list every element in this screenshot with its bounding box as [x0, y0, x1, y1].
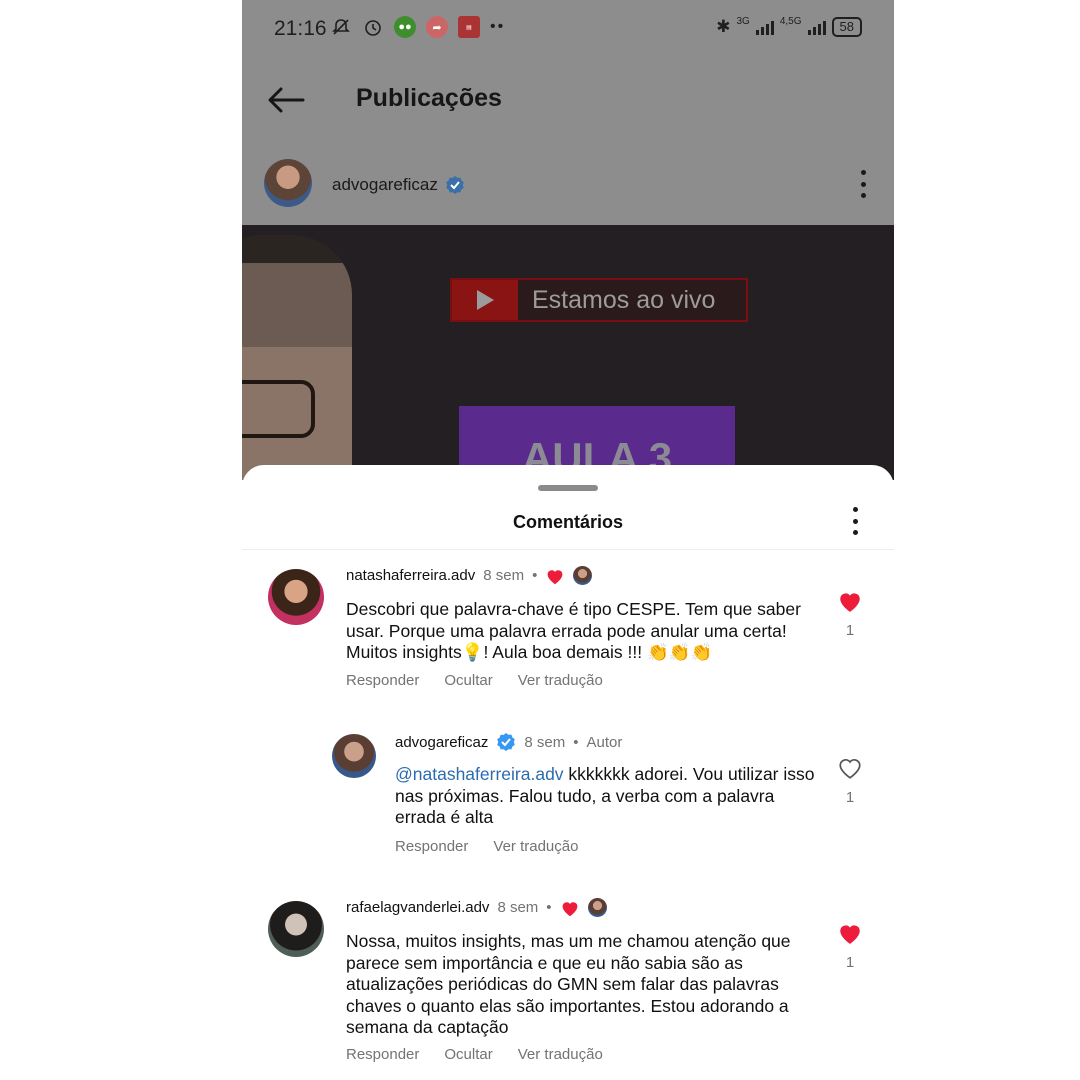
- comment-meta: natashaferreira.adv 8 sem •: [346, 566, 593, 585]
- reply-button[interactable]: Responder: [346, 1046, 419, 1063]
- comment-avatar[interactable]: [268, 901, 324, 957]
- comment-time: 8 sem: [497, 899, 539, 916]
- comment-text: Nossa, muitos insights, mas um me chamou…: [346, 931, 791, 1037]
- sheet-drag-handle[interactable]: [538, 485, 598, 491]
- arrow-left-icon: [268, 87, 305, 113]
- like-count: 1: [845, 954, 855, 971]
- mute-icon: [330, 16, 352, 38]
- comment-time: 8 sem: [483, 567, 525, 584]
- duolingo-icon: ●●: [394, 16, 416, 38]
- hide-button[interactable]: Ocultar: [444, 1046, 492, 1063]
- verified-badge-icon: [446, 176, 464, 194]
- sheet-options-button[interactable]: [850, 507, 860, 535]
- like-count: 1: [845, 789, 855, 806]
- comment-avatar[interactable]: [268, 569, 324, 625]
- battery-indicator: 58: [831, 17, 862, 37]
- heart-outline-icon[interactable]: [837, 756, 863, 780]
- comment-actions: Responder Ocultar Ver tradução: [346, 1046, 603, 1063]
- app-header: Publicações: [242, 60, 894, 140]
- author-liked-heart-icon: [562, 901, 577, 916]
- see-translation-button[interactable]: Ver tradução: [493, 838, 578, 855]
- post-author-avatar[interactable]: [264, 159, 312, 207]
- see-translation-button[interactable]: Ver tradução: [518, 1046, 603, 1063]
- signal-bars-2-icon: [807, 19, 826, 35]
- sheet-divider: [242, 549, 894, 550]
- heart-filled-icon[interactable]: [837, 589, 863, 613]
- comment-username[interactable]: rafaelagvanderlei.adv: [346, 899, 489, 916]
- post-author[interactable]: advogareficaz: [332, 175, 465, 195]
- hide-button[interactable]: Ocultar: [444, 672, 492, 689]
- comment-avatar[interactable]: [332, 734, 376, 778]
- post-author-username: advogareficaz: [332, 175, 438, 194]
- status-bar: 21:16 ●● ➦ ▤ •• ✱ 3G 4,5G 58: [242, 0, 894, 60]
- comment-meta: advogareficaz 8 sem • Autor: [395, 732, 622, 752]
- alarm-icon: [362, 16, 384, 38]
- bible-app-icon: ▤: [458, 16, 480, 38]
- comment-username[interactable]: advogareficaz: [395, 734, 488, 751]
- status-notification-icons: ●● ➦ ▤ ••: [330, 16, 505, 38]
- share-app-icon: ➦: [426, 16, 448, 38]
- more-notifications-icon: ••: [490, 18, 506, 35]
- play-icon: [452, 280, 518, 320]
- page-title: Publicações: [356, 84, 502, 112]
- reply-button[interactable]: Responder: [395, 838, 468, 855]
- back-button[interactable]: [266, 84, 306, 116]
- mention-link[interactable]: @natashaferreira.adv: [395, 764, 564, 784]
- comment-text: @natashaferreira.adv kkkkkkk adorei. Vou…: [395, 764, 815, 829]
- comment-actions: Responder Ver tradução: [395, 838, 578, 855]
- live-badge: Estamos ao vivo: [450, 278, 748, 322]
- heart-filled-icon[interactable]: [837, 921, 863, 945]
- status-right: ✱ 3G 4,5G 58: [716, 15, 862, 37]
- author-mini-avatar: [587, 898, 607, 917]
- author-label: Autor: [586, 733, 623, 751]
- network-label-2: 4,5G: [779, 15, 802, 27]
- live-text: Estamos ao vivo: [532, 285, 716, 314]
- see-translation-button[interactable]: Ver tradução: [518, 672, 603, 689]
- post-image[interactable]: Estamos ao vivo AULA 3: [242, 225, 894, 480]
- comment-like: 1: [835, 756, 865, 806]
- separator-dot: •: [546, 899, 552, 916]
- separator-dot: •: [532, 567, 538, 584]
- comment-like: 1: [835, 921, 865, 971]
- comment-time: 8 sem: [524, 733, 566, 751]
- network-label-1: 3G: [736, 15, 750, 27]
- sheet-title: Comentários: [512, 512, 624, 532]
- reply-button[interactable]: Responder: [346, 672, 419, 689]
- status-time: 21:16: [274, 17, 327, 40]
- phone-screen: 21:16 ●● ➦ ▤ •• ✱ 3G 4,5G 58 Publicações: [242, 0, 894, 1080]
- author-liked-heart-icon: [548, 569, 563, 584]
- verified-badge-icon: [497, 733, 516, 751]
- comment-text: Descobri que palavra-chave é tipo CESPE.…: [346, 599, 801, 662]
- presenter-photo: [242, 235, 352, 480]
- separator-dot: •: [573, 733, 579, 751]
- comments-sheet: Comentários natashaferreira.adv 8 sem • …: [242, 465, 894, 1080]
- comment-username[interactable]: natashaferreira.adv: [346, 567, 475, 584]
- bluetooth-icon: ✱: [716, 17, 731, 36]
- signal-bars-1-icon: [755, 19, 774, 35]
- like-count: 1: [845, 622, 855, 639]
- comment-actions: Responder Ocultar Ver tradução: [346, 672, 603, 689]
- post-options-button[interactable]: [858, 170, 868, 198]
- author-mini-avatar: [573, 566, 593, 585]
- comment-meta: rafaelagvanderlei.adv 8 sem •: [346, 898, 607, 917]
- post-header: advogareficaz: [242, 140, 894, 225]
- comment-like: 1: [835, 589, 865, 639]
